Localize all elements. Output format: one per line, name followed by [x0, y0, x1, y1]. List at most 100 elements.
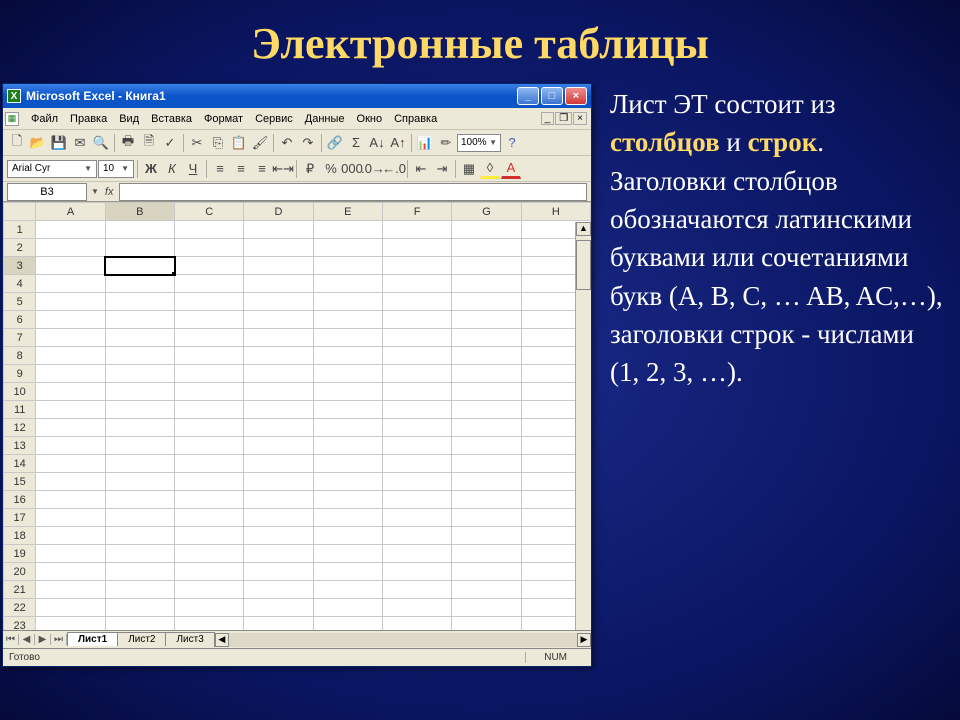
cell[interactable] [313, 239, 382, 257]
cell[interactable] [105, 527, 174, 545]
cell[interactable] [452, 491, 521, 509]
zoom-select[interactable]: 100%▼ [457, 134, 501, 152]
cell[interactable] [452, 365, 521, 383]
row-header[interactable]: 11 [4, 401, 36, 419]
decrease-decimal-icon[interactable]: ←.0 [384, 159, 404, 179]
cell[interactable] [244, 329, 313, 347]
cell[interactable] [244, 275, 313, 293]
spell-icon[interactable]: ✓ [160, 133, 180, 153]
cell[interactable] [36, 545, 105, 563]
row-header[interactable]: 21 [4, 581, 36, 599]
cell[interactable] [452, 617, 521, 631]
cell[interactable] [452, 275, 521, 293]
cell[interactable] [452, 545, 521, 563]
cell[interactable] [244, 311, 313, 329]
cell[interactable] [382, 293, 451, 311]
sheet-tab[interactable]: Лист3 [165, 632, 214, 646]
tab-nav-last[interactable]: ⏭ [51, 634, 67, 645]
cell[interactable] [36, 599, 105, 617]
cell[interactable] [313, 527, 382, 545]
column-header[interactable]: D [244, 203, 313, 221]
new-icon[interactable]: 🗋 [7, 133, 27, 153]
preview-icon[interactable]: 🗎 [139, 133, 159, 153]
formula-bar[interactable] [119, 183, 587, 201]
cell[interactable] [452, 455, 521, 473]
cell[interactable] [105, 599, 174, 617]
autosum-icon[interactable]: Σ [346, 133, 366, 153]
row-header[interactable]: 2 [4, 239, 36, 257]
bold-icon[interactable]: Ж [141, 159, 161, 179]
row-header[interactable]: 7 [4, 329, 36, 347]
cell[interactable] [313, 455, 382, 473]
cell[interactable] [36, 473, 105, 491]
scroll-thumb[interactable] [576, 240, 591, 290]
menu-help[interactable]: Справка [388, 111, 443, 127]
cell[interactable] [313, 311, 382, 329]
cell[interactable] [313, 257, 382, 275]
increase-decimal-icon[interactable]: .0→ [363, 159, 383, 179]
row-header[interactable]: 23 [4, 617, 36, 631]
cell[interactable] [382, 401, 451, 419]
cell[interactable] [105, 617, 174, 631]
cell[interactable] [105, 509, 174, 527]
underline-icon[interactable]: Ч [183, 159, 203, 179]
cell[interactable] [175, 401, 244, 419]
cell[interactable] [175, 293, 244, 311]
font-color-icon[interactable]: A [501, 159, 521, 179]
cell[interactable] [382, 383, 451, 401]
cell[interactable] [313, 563, 382, 581]
cell[interactable] [105, 401, 174, 419]
sort-desc-icon[interactable]: A↑ [388, 133, 408, 153]
cell[interactable] [175, 437, 244, 455]
cell[interactable] [382, 275, 451, 293]
cell[interactable] [175, 599, 244, 617]
row-header[interactable]: 22 [4, 599, 36, 617]
menu-file[interactable]: Файл [25, 111, 64, 127]
column-header[interactable]: C [175, 203, 244, 221]
row-header[interactable]: 16 [4, 491, 36, 509]
redo-icon[interactable]: ↷ [298, 133, 318, 153]
open-icon[interactable]: 📂 [28, 133, 48, 153]
cell[interactable] [382, 455, 451, 473]
cell[interactable] [36, 311, 105, 329]
fill-color-icon[interactable]: ◊ [480, 159, 500, 179]
help-icon[interactable]: ? [502, 133, 522, 153]
cell[interactable] [175, 473, 244, 491]
cell[interactable] [244, 257, 313, 275]
cell[interactable] [244, 617, 313, 631]
align-center-icon[interactable]: ≡ [231, 159, 251, 179]
cell[interactable] [313, 365, 382, 383]
hyperlink-icon[interactable]: 🔗 [325, 133, 345, 153]
cell[interactable] [36, 365, 105, 383]
cell[interactable] [244, 599, 313, 617]
sort-asc-icon[interactable]: A↓ [367, 133, 387, 153]
cell[interactable] [452, 311, 521, 329]
cell[interactable] [175, 581, 244, 599]
cell[interactable] [105, 365, 174, 383]
cell[interactable] [36, 329, 105, 347]
cell[interactable] [313, 419, 382, 437]
cell[interactable] [105, 383, 174, 401]
column-header[interactable]: B [105, 203, 174, 221]
name-box[interactable]: B3 [7, 183, 87, 201]
cell[interactable] [244, 221, 313, 239]
row-header[interactable]: 1 [4, 221, 36, 239]
cell[interactable] [244, 293, 313, 311]
cell[interactable] [452, 419, 521, 437]
cell[interactable] [105, 545, 174, 563]
cell[interactable] [105, 275, 174, 293]
cell[interactable] [313, 347, 382, 365]
cell[interactable] [175, 311, 244, 329]
row-header[interactable]: 5 [4, 293, 36, 311]
comma-icon[interactable]: 000 [342, 159, 362, 179]
cell[interactable] [244, 455, 313, 473]
cell[interactable] [313, 617, 382, 631]
cell[interactable] [313, 293, 382, 311]
cell[interactable] [175, 257, 244, 275]
menu-window[interactable]: Окно [351, 111, 389, 127]
cell[interactable] [382, 365, 451, 383]
cell[interactable] [452, 401, 521, 419]
row-header[interactable]: 6 [4, 311, 36, 329]
vertical-scrollbar[interactable]: ▲ [575, 222, 591, 630]
indent-decrease-icon[interactable]: ⇤ [411, 159, 431, 179]
